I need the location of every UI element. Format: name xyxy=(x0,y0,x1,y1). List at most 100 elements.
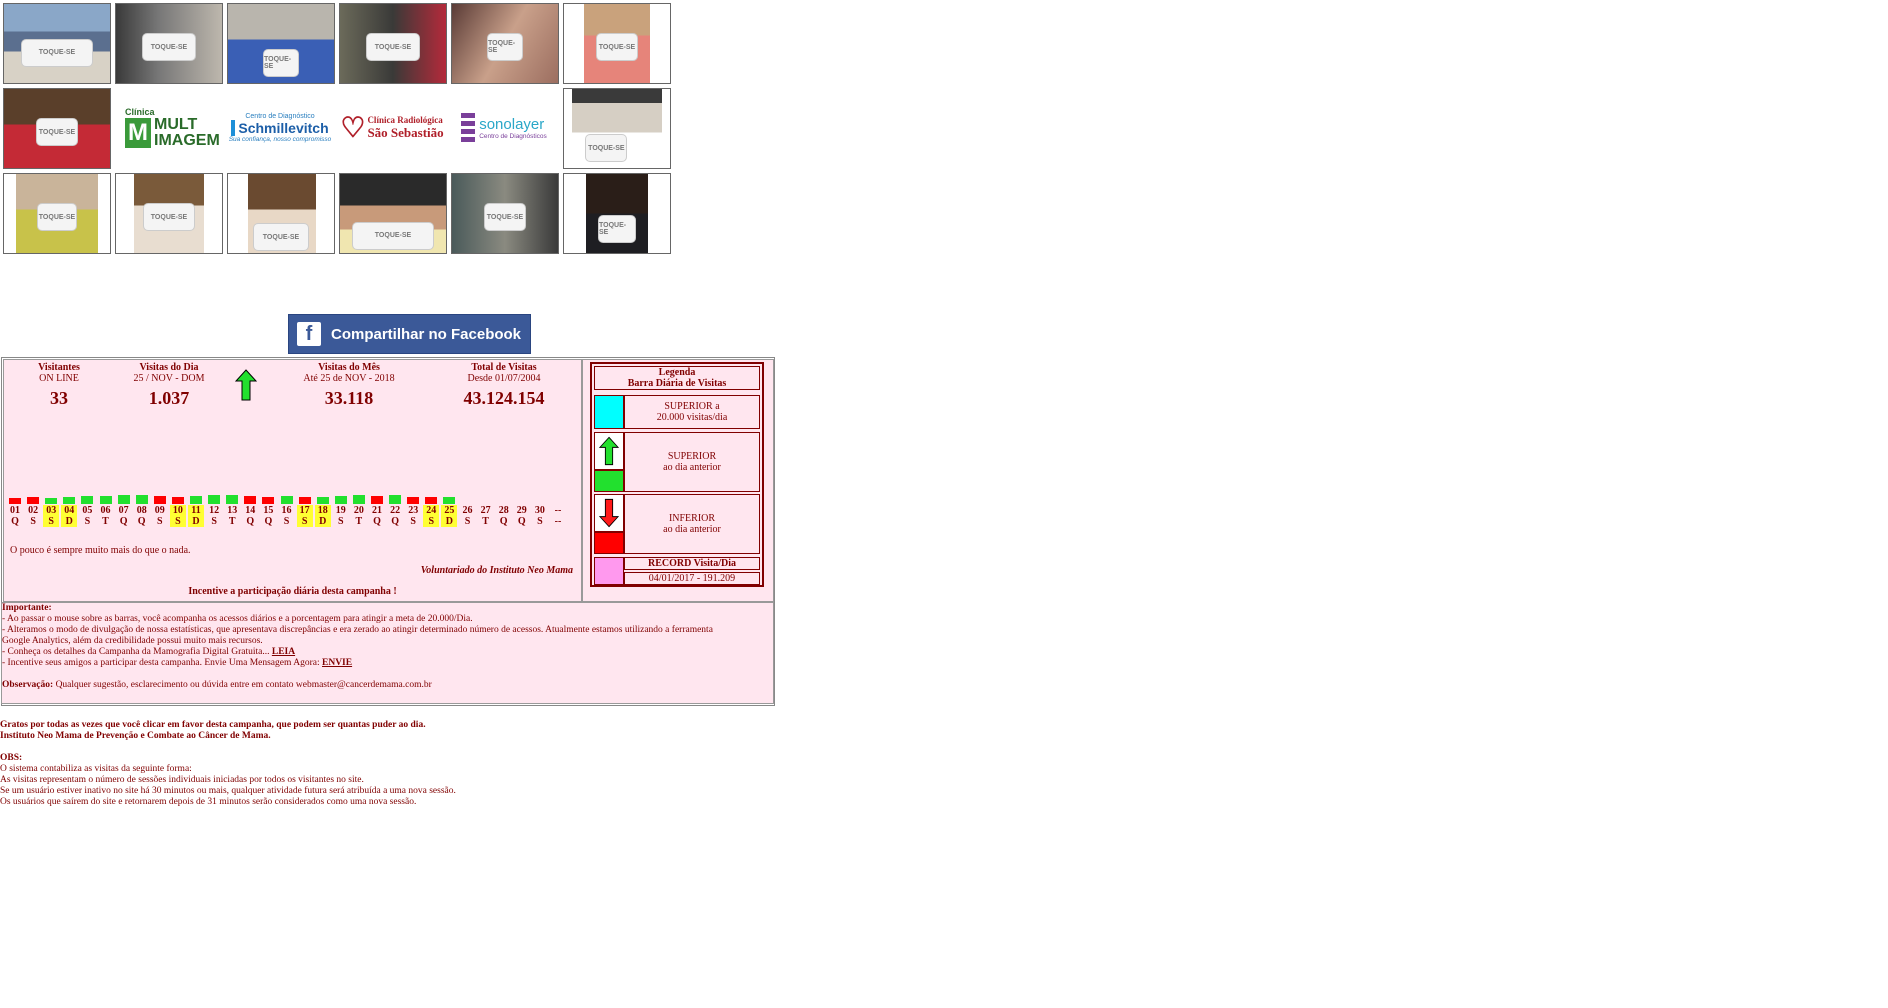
facebook-share-button[interactable]: f Compartilhar no Facebook xyxy=(288,314,531,354)
day-bar[interactable] xyxy=(280,496,293,504)
day-number: 16 xyxy=(281,505,292,516)
logo-sao-sebastiao[interactable]: ♡ Clínica Radiológica São Sebastião xyxy=(339,88,445,167)
day-column[interactable]: 26 S xyxy=(460,505,476,527)
day-column[interactable]: 06 T xyxy=(98,496,114,527)
logo-sonolayer[interactable]: sonolayer Centro de Diagnósticos xyxy=(451,88,557,167)
leia-link[interactable]: LEIA xyxy=(272,647,295,657)
day-number: 07 xyxy=(118,505,129,516)
day-bar[interactable] xyxy=(443,497,456,504)
day-column[interactable]: 14 Q xyxy=(242,496,258,527)
day-bar[interactable] xyxy=(171,497,184,504)
day-number: 10 xyxy=(169,505,186,516)
day-column[interactable]: 22 Q xyxy=(387,495,403,527)
campaign-photo[interactable]: TOQUE-SE xyxy=(563,88,671,169)
day-bar[interactable] xyxy=(153,496,166,504)
day-bar[interactable] xyxy=(425,497,438,504)
day-column[interactable]: 15 Q xyxy=(260,497,276,527)
day-weekday: Q xyxy=(391,516,399,527)
day-column[interactable]: 18 D xyxy=(314,497,331,527)
day-number: 09 xyxy=(154,505,165,516)
day-column[interactable]: 02 S xyxy=(25,497,41,527)
day-column[interactable]: 09 S xyxy=(152,496,168,527)
campaign-photo[interactable]: TOQUE-SE xyxy=(563,173,671,254)
day-column[interactable]: 29 Q xyxy=(514,505,530,527)
day-number: 20 xyxy=(353,505,364,516)
day-column[interactable]: 19 S xyxy=(333,496,349,527)
day-bar[interactable] xyxy=(9,498,21,504)
campaign-photo[interactable]: TOQUE-SE xyxy=(563,3,671,84)
campaign-photo[interactable]: TOQUE-SE xyxy=(3,88,111,169)
campaign-photo[interactable]: TOQUE-SE xyxy=(339,3,447,84)
day-bar[interactable] xyxy=(262,497,275,504)
campaign-photo[interactable]: TOQUE-SE xyxy=(227,3,335,84)
day-bar[interactable] xyxy=(63,497,76,504)
day-bar[interactable] xyxy=(316,497,329,504)
day-bar[interactable] xyxy=(117,495,130,504)
day-number: 02 xyxy=(28,505,39,516)
day-column[interactable]: 23 S xyxy=(405,497,421,527)
day-number: 11 xyxy=(188,505,204,516)
campaign-photo[interactable]: TOQUE-SE xyxy=(451,3,559,84)
campaign-photo[interactable]: TOQUE-SE xyxy=(3,173,111,254)
day-column[interactable]: 24 S xyxy=(423,497,440,527)
day-column[interactable]: 21 Q xyxy=(369,496,385,527)
day-column[interactable]: 03 S xyxy=(43,498,60,527)
day-weekday: S xyxy=(169,516,186,527)
day-weekday: T xyxy=(355,516,363,527)
day-bar[interactable] xyxy=(407,497,420,504)
campaign-photo[interactable]: TOQUE-SE xyxy=(227,173,335,254)
campaign-photo[interactable]: TOQUE-SE xyxy=(3,3,111,84)
day-bar[interactable] xyxy=(27,497,40,504)
day-bar[interactable] xyxy=(45,498,58,504)
campaign-photo[interactable]: TOQUE-SE xyxy=(339,173,447,254)
day-column[interactable]: 08 Q xyxy=(134,495,150,527)
day-bar[interactable] xyxy=(190,496,202,504)
day-bar[interactable] xyxy=(208,495,221,504)
envie-link[interactable]: ENVIE xyxy=(322,658,352,668)
day-column[interactable]: 01 Q xyxy=(7,498,23,527)
day-number: 01 xyxy=(10,505,20,516)
campaign-photo[interactable]: TOQUE-SE xyxy=(115,3,223,84)
day-column[interactable]: 16 S xyxy=(279,496,295,527)
day-bar[interactable] xyxy=(244,496,257,504)
day-bar[interactable] xyxy=(334,496,347,504)
day-bar[interactable] xyxy=(81,496,94,504)
day-column[interactable]: 17 S xyxy=(296,497,313,527)
day-number: 18 xyxy=(314,505,331,516)
day-number: 30 xyxy=(534,505,545,516)
day-weekday: Q xyxy=(517,516,526,527)
day-column[interactable]: 28 Q xyxy=(496,505,512,527)
logo-multimagem[interactable]: Clínica M MULT IMAGEM xyxy=(115,88,221,167)
day-bar[interactable] xyxy=(371,496,383,504)
day-column[interactable]: 25 D xyxy=(441,497,458,527)
day-column[interactable]: 04 D xyxy=(61,497,78,527)
logo-schmillevitch[interactable]: Centro de Diagnóstico Schmillevitch Sua … xyxy=(227,88,333,167)
day-number: 12 xyxy=(209,505,220,516)
footer-obs-label: OBS: xyxy=(0,753,23,763)
day-column[interactable]: 11 D xyxy=(188,496,204,527)
legend-record-value: 04/01/2017 - 191.209 xyxy=(624,572,760,585)
day-column[interactable]: 10 S xyxy=(169,497,186,527)
day-number: 25 xyxy=(441,505,458,516)
day-column[interactable]: 27 T xyxy=(478,505,494,527)
day-column[interactable]: -- -- xyxy=(550,505,566,527)
campaign-photo[interactable]: TOQUE-SE xyxy=(451,173,559,254)
day-column[interactable]: 30 S xyxy=(532,505,548,527)
day-column[interactable]: 12 S xyxy=(206,495,222,527)
day-column[interactable]: 13 T xyxy=(224,495,240,527)
legend-inferior: INFERIOR ao dia anterior xyxy=(624,494,760,554)
day-column[interactable]: 05 S xyxy=(79,496,95,527)
day-bar[interactable] xyxy=(298,497,311,504)
campaign-photo[interactable]: TOQUE-SE xyxy=(115,173,223,254)
day-bar[interactable] xyxy=(99,496,112,504)
day-bar[interactable] xyxy=(226,495,239,504)
signature-text: Voluntariado do Instituto Neo Mama xyxy=(420,565,573,576)
day-weekday: Q xyxy=(246,516,255,527)
day-bar[interactable] xyxy=(389,495,402,504)
day-column[interactable]: 07 Q xyxy=(116,495,132,527)
day-bar[interactable] xyxy=(352,495,365,504)
day-bar[interactable] xyxy=(135,495,148,504)
day-number: 05 xyxy=(82,505,93,516)
day-column[interactable]: 20 T xyxy=(351,495,367,527)
day-number: 03 xyxy=(43,505,60,516)
